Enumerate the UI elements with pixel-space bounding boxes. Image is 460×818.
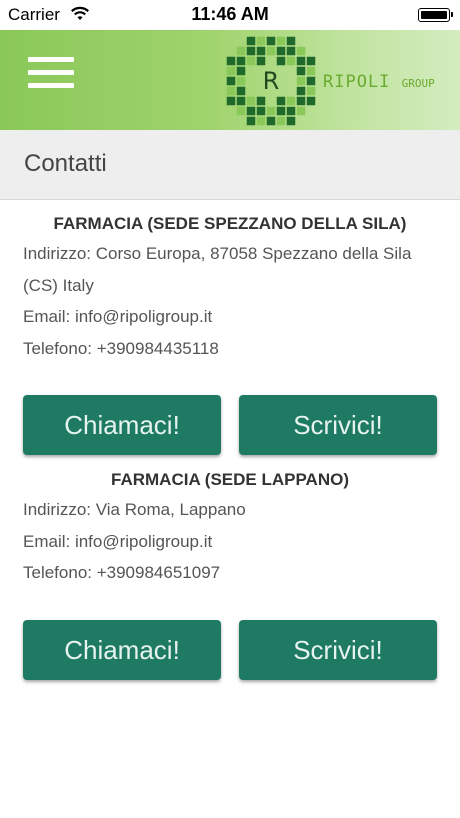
page-title: Contatti (24, 150, 107, 177)
contacts-content: FARMACIA (SEDE SPEZZANO DELLA SILA) Indi… (0, 200, 460, 680)
logo-wordmark: RIPOLI (323, 72, 391, 92)
menu-bar-icon (28, 70, 74, 75)
location-card: FARMACIA (SEDE LAPPANO) Indirizzo: Via R… (0, 468, 460, 680)
status-time: 11:46 AM (191, 4, 269, 24)
menu-bar-icon (28, 83, 74, 88)
battery-icon (418, 8, 453, 22)
location-email: Email: info@ripoligroup.it (23, 531, 213, 551)
location-address: Indirizzo: Via Roma, Lappano (23, 500, 246, 519)
location-card: FARMACIA (SEDE SPEZZANO DELLA SILA) Indi… (0, 212, 460, 455)
ripoli-group-logo: R RIPOLI GROUP (226, 36, 441, 126)
logo-text: RIPOLI GROUP (323, 72, 435, 92)
location-email: Email: info@ripoligroup.it (23, 307, 213, 326)
write-button[interactable]: Scrivici! (239, 395, 437, 455)
logo-mosaic-icon: R (226, 36, 316, 126)
call-button[interactable]: Chiamaci! (23, 619, 221, 680)
write-button[interactable]: Scrivici! (239, 619, 437, 680)
location-address: Indirizzo: Corso Europa, 87058 Spezzano … (23, 244, 412, 263)
call-button[interactable]: Chiamaci! (23, 395, 221, 455)
location-address-continued: (CS) Italy (23, 275, 94, 295)
logo-subtext: GROUP (401, 77, 435, 90)
location-phone: Telefono: +390984435118 (23, 338, 219, 358)
page-title-bar: Contatti (0, 130, 460, 200)
location-name: FARMACIA (SEDE LAPPANO) (111, 470, 349, 489)
menu-bar-icon (28, 57, 74, 62)
hamburger-menu-button[interactable] (28, 57, 74, 89)
svg-text:R: R (263, 67, 280, 95)
status-bar: Carrier 11:46 AM (0, 0, 460, 30)
location-name: FARMACIA (SEDE SPEZZANO DELLA SILA) (53, 214, 407, 233)
location-phone: Telefono: +390984651097 (23, 563, 221, 582)
app-header: R RIPOLI GROUP (0, 30, 460, 130)
